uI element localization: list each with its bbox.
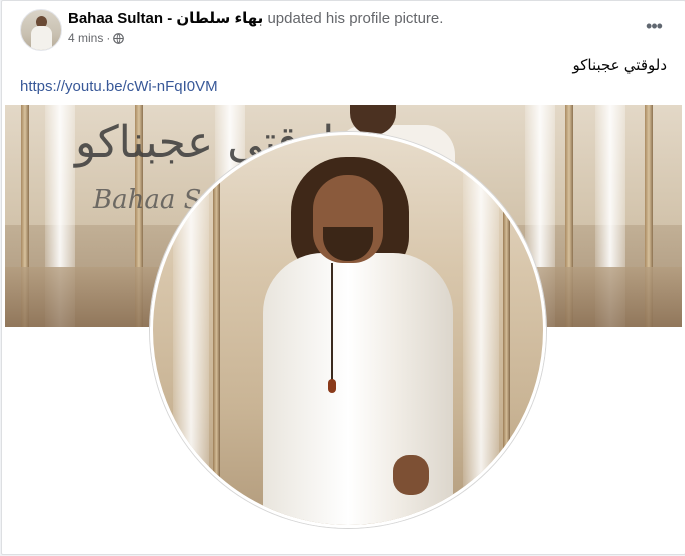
author-name-link[interactable]: Bahaa Sultan - بهاء سلطان <box>68 10 263 27</box>
globe-icon[interactable] <box>113 32 125 44</box>
more-horizontal-icon[interactable]: ••• <box>641 13 667 39</box>
post-header-text: Bahaa Sultan - بهاء سلطان updated his pr… <box>68 9 443 45</box>
profile-pendant <box>328 379 336 393</box>
feed-post: Bahaa Sultan - بهاء سلطان updated his pr… <box>1 0 685 555</box>
youtube-link[interactable]: https://youtu.be/cWi-nFqI0VM <box>20 78 218 95</box>
post-action-text: updated his profile picture. <box>267 10 444 27</box>
author-avatar[interactable] <box>20 9 62 51</box>
meta-separator: · <box>106 31 111 45</box>
profile-bg-drape <box>463 135 499 525</box>
post-header: Bahaa Sultan - بهاء سلطان updated his pr… <box>20 7 667 51</box>
post-meta: 4 mins · <box>68 31 443 45</box>
profile-bg-drape <box>173 135 209 525</box>
profile-person-hand <box>393 455 429 495</box>
profile-necklace <box>331 263 333 383</box>
profile-picture[interactable] <box>150 132 546 528</box>
post-headline: Bahaa Sultan - بهاء سلطان updated his pr… <box>68 9 443 27</box>
profile-bg-pole <box>213 135 220 525</box>
profile-bg-pole <box>503 135 510 525</box>
avatar-figure-body <box>31 26 52 50</box>
post-timestamp[interactable]: 4 mins <box>68 31 103 45</box>
post-caption: دلوقتي عجبناكو <box>572 57 667 74</box>
